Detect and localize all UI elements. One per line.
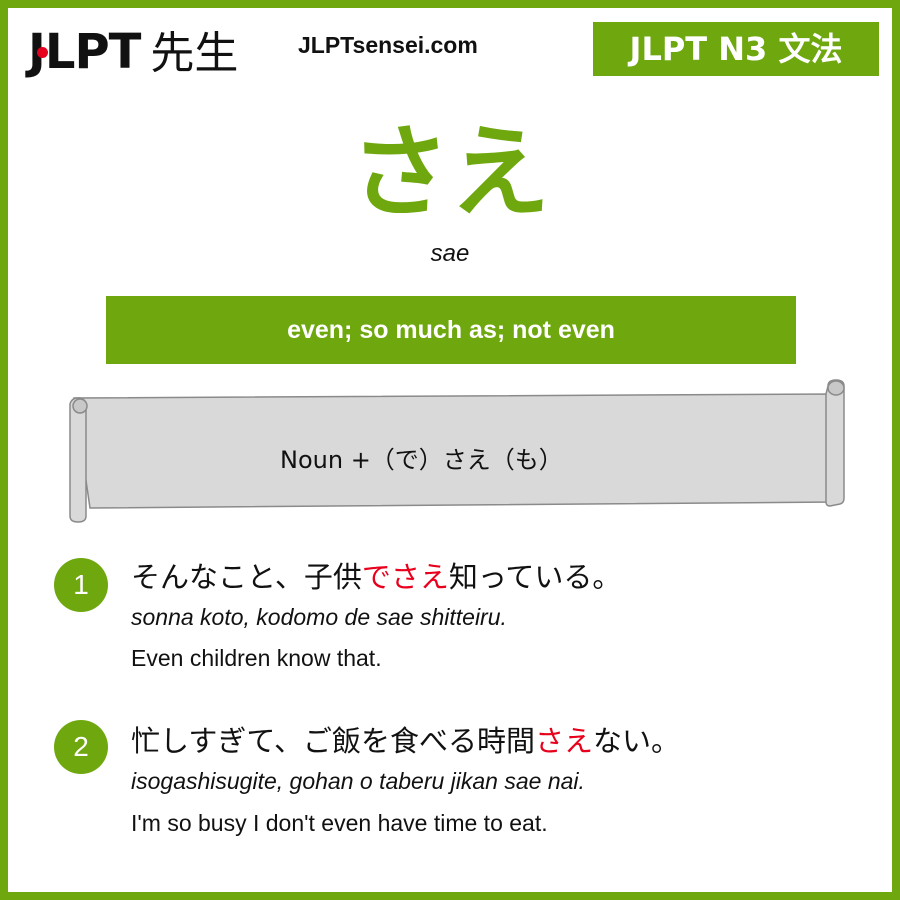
logo-red-dot bbox=[37, 47, 48, 58]
example-2-japanese: 忙しすぎて、ご飯を食べる時間さえない。 bbox=[131, 718, 680, 760]
level-badge: JLPT N3 文法 bbox=[593, 22, 879, 76]
example-2-english: I'm so busy I don't even have time to ea… bbox=[131, 810, 548, 836]
example-1-japanese: そんなこと、子供でさえ知っている。 bbox=[131, 554, 621, 596]
example-1-english: Even children know that. bbox=[131, 645, 382, 671]
example-number-2: 2 bbox=[54, 720, 108, 774]
example-2-jp-after: ない。 bbox=[593, 724, 681, 758]
example-2-jp-highlight: さえ bbox=[534, 724, 593, 758]
jlpt-sensei-logo[interactable]: JLPT 先生 bbox=[28, 22, 238, 84]
grammar-romaji: sae bbox=[430, 240, 470, 267]
example-1-jp-after: 知っている。 bbox=[448, 560, 622, 594]
grammar-title: さえ bbox=[350, 114, 550, 231]
logo-kanji: 先生 bbox=[150, 28, 239, 79]
example-1-romaji: sonna koto, kodomo de sae shitteiru. bbox=[131, 604, 507, 630]
example-2-jp-before: 忙しすぎて、ご飯を食べる時間 bbox=[131, 724, 535, 758]
meaning-banner: even; so much as; not even bbox=[106, 296, 796, 364]
site-url[interactable]: JLPTsensei.com bbox=[298, 32, 478, 59]
example-number-1: 1 bbox=[54, 558, 108, 612]
example-1-jp-before: そんなこと、子供 bbox=[131, 560, 362, 594]
example-1-jp-highlight: でさえ bbox=[361, 560, 449, 594]
example-2-romaji: isogashisugite, gohan o taberu jikan sae… bbox=[131, 768, 585, 794]
formation-text: Noun +（で）さえ（も） bbox=[280, 446, 563, 474]
